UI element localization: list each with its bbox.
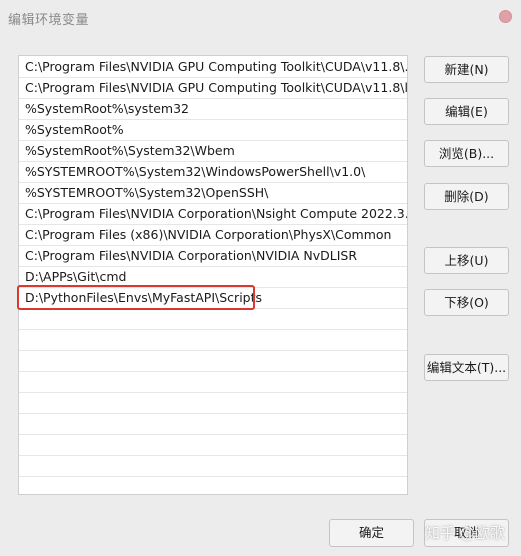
list-item[interactable]: C:\Program Files\NVIDIA Corporation\NVID… xyxy=(19,246,407,267)
delete-button[interactable]: 删除(D) xyxy=(424,183,509,210)
list-item[interactable] xyxy=(19,351,407,372)
edit-text-button[interactable]: 编辑文本(T)... xyxy=(424,354,509,381)
list-item[interactable]: C:\Program Files\NVIDIA Corporation\Nsig… xyxy=(19,204,407,225)
list-item[interactable]: %SystemRoot% xyxy=(19,120,407,141)
list-item[interactable] xyxy=(19,435,407,456)
list-item[interactable]: C:\Program Files\NVIDIA GPU Computing To… xyxy=(19,78,407,99)
list-item[interactable]: D:\APPs\Git\cmd xyxy=(19,267,407,288)
list-item[interactable] xyxy=(19,456,407,477)
list-item[interactable]: %SystemRoot%\System32\Wbem xyxy=(19,141,407,162)
dialog-title: 编辑环境变量 xyxy=(8,13,90,28)
list-item[interactable] xyxy=(19,372,407,393)
list-item[interactable] xyxy=(19,393,407,414)
new-button[interactable]: 新建(N) xyxy=(424,56,509,83)
list-item[interactable] xyxy=(19,309,407,330)
list-item[interactable]: %SYSTEMROOT%\System32\OpenSSH\ xyxy=(19,183,407,204)
list-item[interactable]: C:\Program Files (x86)\NVIDIA Corporatio… xyxy=(19,225,407,246)
ok-button[interactable]: 确定 xyxy=(329,519,414,547)
list-item[interactable]: C:\Program Files\NVIDIA GPU Computing To… xyxy=(19,57,407,78)
move-up-button[interactable]: 上移(U) xyxy=(424,247,509,274)
close-icon[interactable] xyxy=(499,10,512,23)
edit-button[interactable]: 编辑(E) xyxy=(424,98,509,125)
edit-env-variable-dialog: 编辑环境变量 C:\Program Files\NVIDIA GPU Compu… xyxy=(0,0,521,556)
list-item[interactable] xyxy=(19,477,407,494)
list-item[interactable] xyxy=(19,414,407,435)
list-item[interactable]: %SystemRoot%\system32 xyxy=(19,99,407,120)
browse-button[interactable]: 浏览(B)... xyxy=(424,140,509,167)
move-down-button[interactable]: 下移(O) xyxy=(424,289,509,316)
list-item[interactable]: D:\PythonFiles\Envs\MyFastAPI\Scripts xyxy=(19,288,407,309)
cancel-button[interactable]: 取消 xyxy=(424,519,509,547)
list-item[interactable] xyxy=(19,330,407,351)
path-list[interactable]: C:\Program Files\NVIDIA GPU Computing To… xyxy=(18,55,408,495)
list-item[interactable]: %SYSTEMROOT%\System32\WindowsPowerShell\… xyxy=(19,162,407,183)
